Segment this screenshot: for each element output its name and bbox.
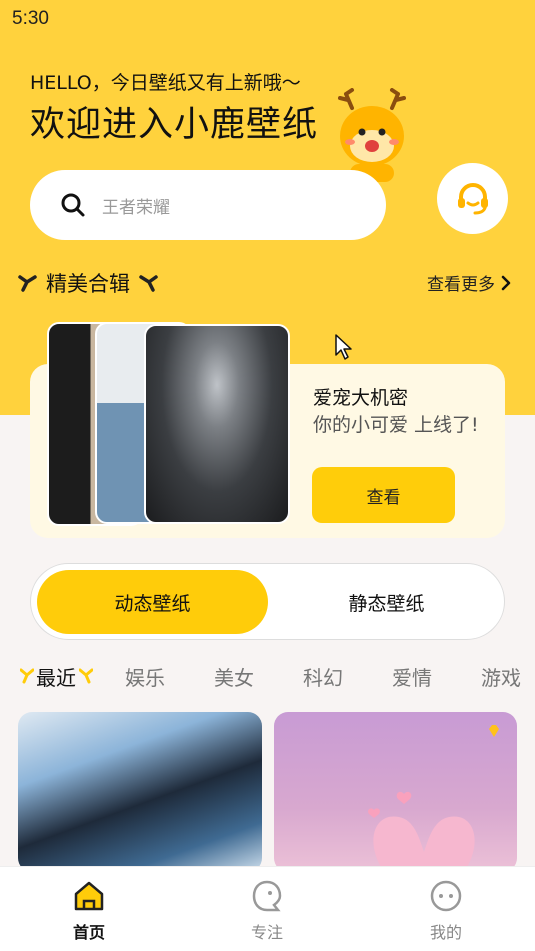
category-tabs: 最近 娱乐 美女 科幻 爱情 游戏 [0,662,535,696]
profile-icon [430,880,462,912]
category-tab-recent[interactable]: 最近 [36,662,76,691]
category-tab-entertainment[interactable]: 娱乐 [125,662,165,691]
nav-item-profile[interactable]: 我的 [401,879,491,943]
category-tab-beauty[interactable]: 美女 [214,662,254,691]
category-tab-games[interactable]: 游戏 [481,662,521,691]
category-tab-scifi[interactable]: 科幻 [303,662,343,691]
bottom-navigation: 首页 专注 我的 [0,866,535,951]
wallpaper-thumbnail-anime[interactable] [18,712,262,872]
nav-item-home[interactable]: 首页 [44,879,134,943]
nav-label-profile[interactable]: 我的 [430,919,462,943]
antler-right-small-icon [79,668,93,684]
nav-label-focus[interactable]: 专注 [251,919,283,943]
focus-icon [252,880,282,912]
section-title: 精美合辑 [46,272,130,296]
search-icon [61,193,85,217]
wallpaper-type-toggle: 动态壁纸 静态壁纸 [30,563,505,640]
category-tab-love[interactable]: 爱情 [392,662,432,691]
page-title: 欢迎进入小鹿壁纸 [30,105,319,145]
wallpaper-thumbnail-hearts[interactable] [274,712,517,872]
antler-left-icon [18,275,37,292]
see-more-link[interactable]: 查看更多 [427,270,517,295]
antler-right-icon [139,275,158,292]
nav-label-home[interactable]: 首页 [73,919,105,943]
see-more-label[interactable]: 查看更多 [427,270,495,295]
diamond-icon [489,725,499,737]
tab-static-wallpaper[interactable]: 静态壁纸 [271,570,502,634]
search-bar[interactable]: 王者荣耀 [30,170,386,240]
heart-balloons-icon [368,791,475,872]
search-placeholder[interactable]: 王者荣耀 [102,193,170,218]
greeting-text: HELLO，今日壁纸又有上新哦～ [30,72,301,94]
chevron-right-icon [501,275,511,290]
home-icon [74,881,104,911]
featured-subtitle: 你的小可爱 上线了! [313,414,479,436]
status-time: 5:30 [12,8,49,29]
mouse-cursor-icon [335,334,352,360]
view-button[interactable]: 查看 [312,467,455,523]
customer-service-button[interactable] [437,163,508,234]
featured-title: 爱宠大机密 [313,387,409,409]
antler-left-small-icon [20,668,34,684]
tab-dynamic-wallpaper[interactable]: 动态壁纸 [37,570,268,634]
nav-item-focus[interactable]: 专注 [222,879,312,943]
headset-icon [457,182,488,214]
collection-photo-tunnel [144,324,290,524]
